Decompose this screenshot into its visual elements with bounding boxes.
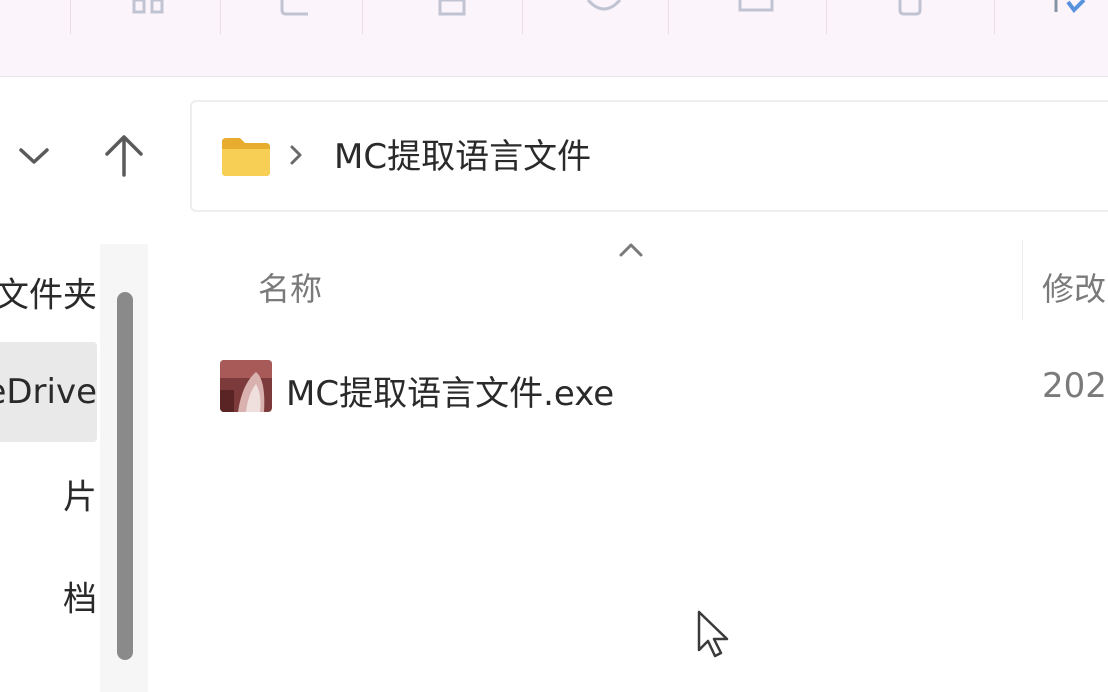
view-icon[interactable] [130, 0, 170, 16]
toolbar-separator [362, 0, 363, 34]
sidebar-item-label: 档 [63, 579, 97, 620]
toolbar-separator [70, 0, 71, 34]
sidebar-item-documents[interactable]: 档 [0, 546, 97, 646]
exe-app-icon [220, 360, 272, 412]
sidebar-item-pictures[interactable]: 片 [0, 444, 97, 544]
paste-icon[interactable] [432, 0, 472, 16]
sort-icon[interactable] [1050, 0, 1090, 16]
address-bar[interactable]: MC提取语言文件 [190, 100, 1108, 212]
file-name[interactable]: MC提取语言文件.exe [286, 366, 614, 415]
sidebar-item-label: eDrive [0, 372, 97, 412]
sidebar-item-folders[interactable]: 文件夹 [0, 242, 97, 342]
column-header-modified[interactable]: 修改 [1042, 264, 1106, 310]
delete-icon[interactable] [890, 0, 930, 16]
file-modified-date: 202 [1042, 366, 1107, 406]
share-icon[interactable] [584, 0, 624, 16]
chevron-down-icon [19, 148, 49, 164]
copy-icon[interactable] [276, 0, 316, 16]
mouse-cursor-icon [696, 610, 730, 664]
toolbar-separator [668, 0, 669, 34]
file-explorer-window: MC提取语言文件 文件夹 eDrive 片 档 名称 修改 [0, 0, 1108, 692]
column-divider[interactable] [1022, 240, 1023, 320]
recent-locations-button[interactable] [8, 132, 60, 180]
toolbar-separator [220, 0, 221, 34]
sidebar-scrollbar-thumb[interactable] [117, 292, 133, 660]
column-header-row: 名称 修改 [190, 240, 1108, 320]
sidebar-item-onedrive[interactable]: eDrive [0, 342, 97, 442]
toolbar-separator [522, 0, 523, 34]
current-folder-path[interactable]: MC提取语言文件 [334, 136, 591, 178]
sidebar-item-label: 片 [63, 477, 97, 518]
sort-ascending-icon [618, 242, 644, 262]
toolbar-separator [826, 0, 827, 34]
column-header-name[interactable]: 名称 [258, 264, 322, 310]
arrow-up-icon [105, 135, 143, 177]
rename-icon[interactable] [736, 0, 776, 16]
chevron-right-icon[interactable] [288, 142, 304, 172]
folder-icon [220, 136, 270, 180]
command-toolbar [0, 0, 1108, 77]
toolbar-separator [994, 0, 995, 34]
up-button[interactable] [98, 128, 150, 184]
file-row[interactable]: MC提取语言文件.exe 202 [190, 340, 1108, 440]
sidebar-item-label: 文件夹 [0, 275, 97, 316]
